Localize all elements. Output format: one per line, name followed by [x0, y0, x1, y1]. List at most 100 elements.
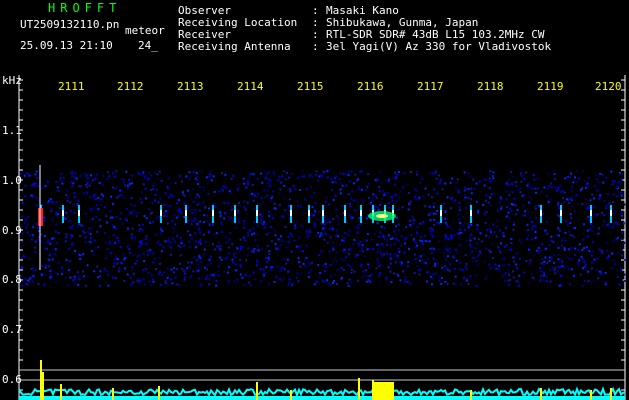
noise-dot [556, 203, 559, 206]
noise-dot [338, 178, 341, 180]
noise-dot [558, 205, 561, 208]
noise-dot [173, 227, 176, 230]
noise-dot [412, 222, 415, 225]
noise-dot [587, 185, 590, 188]
noise-dot [546, 280, 549, 283]
noise-dot [119, 246, 122, 248]
noise-dot [265, 256, 268, 259]
noise-dot [587, 280, 590, 283]
noise-dot [367, 263, 370, 266]
noise-dot [213, 190, 216, 193]
noise-dot [252, 250, 255, 253]
noise-dot [615, 186, 618, 189]
noise-dot [469, 233, 472, 236]
noise-dot [318, 175, 321, 178]
noise-dot [447, 255, 449, 258]
noise-dot [20, 275, 22, 278]
noise-dot [408, 203, 411, 206]
noise-dot [432, 273, 435, 276]
noise-dot [52, 247, 55, 250]
noise-dot [73, 196, 76, 198]
noise-dot [78, 275, 80, 278]
noise-dot [528, 248, 530, 251]
noise-dot [246, 231, 249, 234]
noise-dot [82, 275, 85, 278]
noise-dot [252, 173, 255, 176]
noise-dot [542, 263, 545, 266]
noise-dot [543, 272, 546, 274]
noise-dot [240, 245, 243, 248]
noise-dot [80, 254, 83, 257]
noise-dot [128, 178, 131, 181]
noise-dot [190, 223, 193, 226]
noise-dot [57, 213, 59, 216]
noise-dot [248, 281, 251, 284]
noise-dot [84, 284, 87, 287]
noise-dot [500, 198, 503, 200]
noise-dot [278, 176, 281, 179]
noise-dot [598, 270, 601, 273]
noise-dot [475, 247, 477, 250]
noise-dot [199, 243, 202, 245]
noise-dot [335, 208, 338, 211]
noise-dot [219, 212, 222, 215]
noise-dot [138, 229, 140, 232]
noise-dot [26, 231, 29, 234]
noise-dot [403, 172, 406, 175]
noise-dot [448, 270, 451, 273]
noise-dot [243, 223, 246, 226]
noise-dot [428, 240, 431, 243]
noise-dot [107, 235, 110, 238]
noise-dot [34, 182, 37, 185]
noise-dot [245, 186, 248, 189]
noise-dot [553, 178, 556, 181]
noise-dot [483, 178, 486, 181]
noise-dot [297, 280, 300, 283]
noise-dot [196, 259, 199, 262]
noise-dot [412, 238, 415, 241]
noise-dot [208, 224, 211, 226]
noise-dot [150, 174, 153, 177]
noise-dot [395, 237, 398, 240]
noise-dot [313, 213, 315, 216]
noise-dot [253, 227, 256, 230]
noise-dot [430, 230, 433, 232]
noise-dot [483, 184, 486, 187]
noise-dot [359, 250, 362, 253]
noise-dot [584, 263, 587, 266]
noise-dot [465, 239, 468, 242]
noise-dot [361, 248, 364, 251]
noise-dot [620, 279, 623, 282]
noise-dot [255, 195, 258, 198]
noise-dot [530, 188, 533, 191]
noise-dot [274, 229, 277, 232]
noise-dot [208, 175, 211, 178]
noise-dot [516, 208, 519, 211]
noise-dot [144, 268, 147, 271]
noise-dot [600, 211, 603, 214]
noise-dot [353, 270, 356, 273]
noise-dot [477, 238, 480, 241]
noise-dot [104, 269, 107, 272]
noise-dot [397, 229, 400, 231]
noise-dot [522, 194, 525, 197]
noise-dot [220, 187, 223, 190]
level-spike [610, 388, 612, 400]
noise-dot [67, 219, 70, 222]
noise-dot [518, 239, 521, 242]
noise-dot [109, 243, 112, 246]
noise-dot [443, 255, 446, 258]
noise-dot [478, 250, 481, 253]
noise-dot [268, 232, 271, 234]
noise-dot [208, 283, 211, 286]
noise-dot [515, 213, 518, 216]
noise-dot [313, 283, 316, 286]
noise-dot [456, 231, 459, 234]
noise-dot [410, 234, 413, 236]
noise-dot [89, 226, 92, 229]
noise-dot [556, 214, 559, 217]
noise-dot [513, 221, 515, 224]
noise-dot [230, 192, 233, 195]
noise-dot [256, 265, 259, 268]
noise-dot [550, 235, 553, 238]
